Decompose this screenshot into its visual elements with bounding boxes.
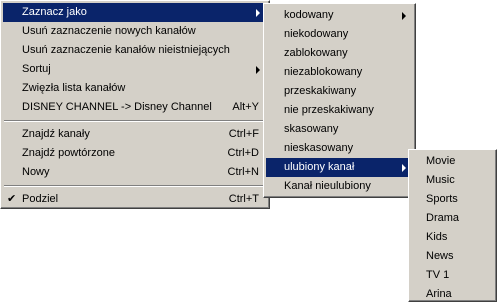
- menu-item-shortcut: Ctrl+T: [228, 193, 259, 205]
- submenu-arrow-icon: [402, 12, 406, 20]
- menu-item-label: nie przeskakiwany: [284, 104, 374, 116]
- menu-item-favorite-tv1[interactable]: TV 1: [411, 266, 494, 285]
- menu-item-label: zablokowany: [284, 47, 348, 59]
- menu-item-label: niekodowany: [284, 28, 349, 40]
- menu-item-label: kodowany: [284, 9, 334, 21]
- menu-item-label: Usuń zaznaczenie kanałów nieistniejących: [22, 44, 230, 56]
- menu-item-label: przeskakiwany: [284, 85, 357, 97]
- menu-item-label: Zaznacz jako: [22, 6, 87, 18]
- menu-item-rename-disney-channel[interactable]: DISNEY CHANNEL -> Disney Channel Alt+Y: [3, 98, 267, 117]
- menu-item-label: Nowy: [22, 166, 50, 178]
- menu-item-label: News: [426, 250, 454, 262]
- menu-item-favorite-arina[interactable]: Arina: [411, 285, 494, 304]
- menu-item-mark-as[interactable]: Zaznacz jako: [3, 3, 267, 22]
- menu-item-favorite-channel[interactable]: ulubiony kanał: [266, 158, 413, 177]
- submenu-favorite-channel: Movie Music Sports Drama Kids News TV 1 …: [408, 149, 497, 302]
- menu-item-label: Kids: [426, 231, 448, 243]
- menu-item-favorite-sports[interactable]: Sports: [411, 190, 494, 209]
- menu-item-not-favorite-channel[interactable]: Kanał nieulubiony: [266, 177, 413, 196]
- menu-item-favorite-movie[interactable]: Movie: [411, 152, 494, 171]
- menu-item-label: nieskasowany: [284, 142, 354, 154]
- menu-item-not-deleted[interactable]: nieskasowany: [266, 139, 413, 158]
- menu-item-shortcut: Alt+Y: [232, 101, 259, 113]
- menu-item-label: skasowany: [284, 123, 339, 135]
- menu-item-shortcut: Ctrl+F: [228, 128, 259, 140]
- menu-item-label: Znajdź powtórzone: [22, 147, 115, 159]
- context-menu-main: Zaznacz jako Usuń zaznaczenie nowych kan…: [0, 0, 270, 209]
- menu-item-label: Usuń zaznaczenie nowych kanałów: [22, 25, 196, 37]
- menu-separator: [4, 185, 266, 187]
- menu-item-label: Movie: [426, 155, 456, 167]
- menu-item-label: niezablokowany: [284, 66, 363, 78]
- menu-item-label: Music: [426, 174, 455, 186]
- menu-item-encoded[interactable]: kodowany: [266, 6, 413, 25]
- menu-item-favorite-music[interactable]: Music: [411, 171, 494, 190]
- menu-item-shortcut: Ctrl+N: [227, 166, 259, 178]
- menu-item-label: Zwięzła lista kanałów: [22, 82, 126, 94]
- menu-item-label: TV 1: [426, 269, 450, 281]
- menu-item-not-encoded[interactable]: niekodowany: [266, 25, 413, 44]
- menu-item-favorite-drama[interactable]: Drama: [411, 209, 494, 228]
- menu-separator: [4, 120, 266, 122]
- menu-item-label: DISNEY CHANNEL -> Disney Channel: [22, 101, 212, 113]
- submenu-arrow-icon: [256, 9, 260, 17]
- checkmark-icon: ✔: [7, 193, 17, 205]
- menu-item-deleted[interactable]: skasowany: [266, 120, 413, 139]
- menu-item-skipped[interactable]: przeskakiwany: [266, 82, 413, 101]
- menu-item-label: Sports: [426, 193, 458, 205]
- menu-item-favorite-kids[interactable]: Kids: [411, 228, 494, 247]
- menu-item-label: Znajdź kanały: [22, 128, 90, 140]
- menu-item-new[interactable]: Nowy Ctrl+N: [3, 163, 267, 182]
- menu-item-not-skipped[interactable]: nie przeskakiwany: [266, 101, 413, 120]
- menu-item-find-duplicates[interactable]: Znajdź powtórzone Ctrl+D: [3, 144, 267, 163]
- menu-item-unmark-nonexistent-channels[interactable]: Usuń zaznaczenie kanałów nieistniejących: [3, 41, 267, 60]
- menu-item-compact-channel-list[interactable]: Zwięzła lista kanałów: [3, 79, 267, 98]
- menu-item-favorite-news[interactable]: News: [411, 247, 494, 266]
- menu-item-unmark-new-channels[interactable]: Usuń zaznaczenie nowych kanałów: [3, 22, 267, 41]
- menu-item-find-channels[interactable]: Znajdź kanały Ctrl+F: [3, 125, 267, 144]
- submenu-arrow-icon: [402, 164, 406, 172]
- menu-item-label: Podziel: [22, 193, 59, 205]
- menu-item-label: Sortuj: [22, 63, 51, 75]
- menu-item-split[interactable]: ✔ Podziel Ctrl+T: [3, 190, 267, 209]
- menu-item-label: ulubiony kanał: [284, 161, 355, 173]
- menu-item-label: Arina: [426, 288, 452, 300]
- menu-item-unlocked[interactable]: niezablokowany: [266, 63, 413, 82]
- menu-item-locked[interactable]: zablokowany: [266, 44, 413, 63]
- menu-item-label: Drama: [426, 212, 460, 224]
- submenu-mark-as: kodowany niekodowany zablokowany niezabl…: [263, 3, 416, 198]
- menu-item-sort[interactable]: Sortuj: [3, 60, 267, 79]
- menu-item-shortcut: Ctrl+D: [227, 147, 259, 159]
- menu-item-label: Kanał nieulubiony: [284, 180, 371, 192]
- submenu-arrow-icon: [256, 66, 260, 74]
